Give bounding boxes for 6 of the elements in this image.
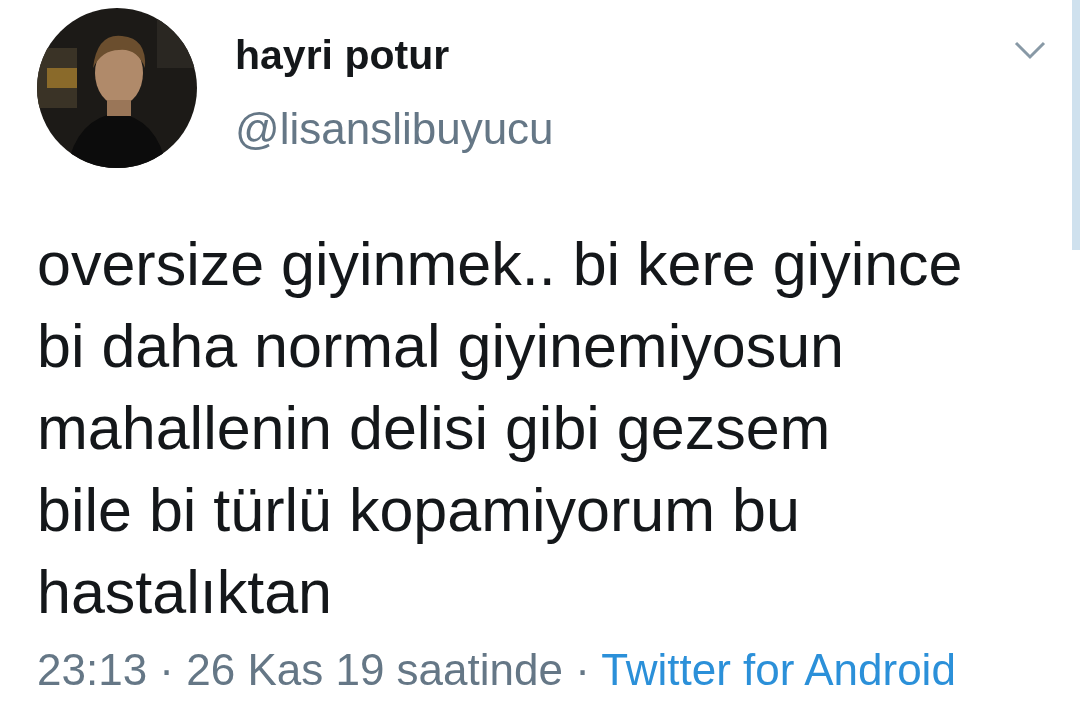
source-link[interactable]: Twitter for Android [601, 645, 956, 694]
tweet-text: oversize giyinmek.. bi kere giyince bi daha normal giyinemiyosun mahallenin delisi gibi gezsem bile bi türlü kopamiyorum bu hastalıktan [37, 229, 964, 628]
user-name[interactable]: hayri potur [235, 32, 450, 78]
chevron-down-icon[interactable] [1013, 40, 1047, 60]
tweet-timestamp: 23:13 · 26 Kas 19 saatinde · [37, 645, 591, 694]
user-handle[interactable]: @lisanslibuyucu [235, 104, 554, 154]
